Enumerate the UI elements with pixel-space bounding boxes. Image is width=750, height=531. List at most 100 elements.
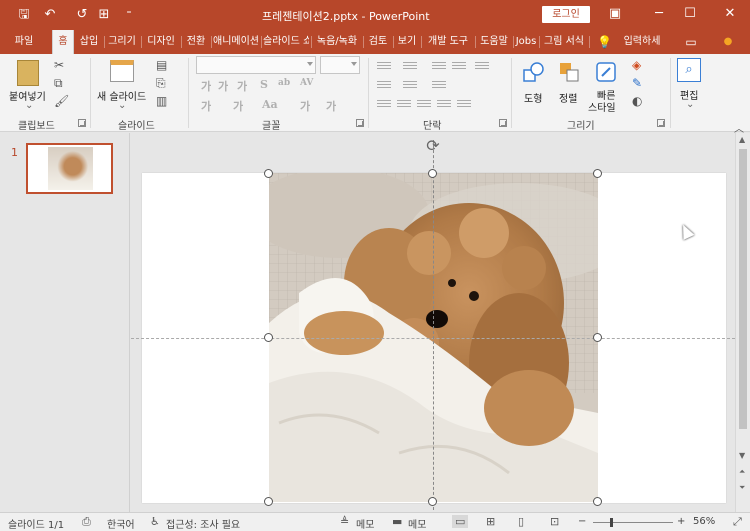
font-shrink-icon[interactable]: 가 [218,78,228,94]
login-button[interactable]: 로그인 [542,6,590,23]
zoom-level[interactable]: 56% [693,516,715,527]
accessibility-icon[interactable]: ♿ [150,515,160,528]
tab-view[interactable]: 보기 [395,30,419,54]
resize-handle-top[interactable] [428,169,437,178]
scrollbar-thumb[interactable] [739,149,747,429]
format-painter-icon[interactable]: 🖌 [54,94,69,108]
slide-thumbnail[interactable] [26,143,113,194]
bullets-icon[interactable] [377,60,391,72]
tab-help[interactable]: 도움말 [477,30,511,54]
maximize-icon[interactable]: ☐ [668,0,712,30]
char-spacing-icon[interactable]: AV [300,78,313,88]
prev-slide-icon[interactable]: ⏶ [739,467,745,477]
arrange-button[interactable]: 정렬 [559,90,577,105]
layout-icon[interactable]: ▤ [156,58,167,72]
resize-handle-left[interactable] [264,333,273,342]
resize-handle-top-left[interactable] [264,169,273,178]
bold-icon[interactable]: 가 [201,98,211,114]
clipboard-launcher-icon[interactable] [78,119,86,127]
font-family-select[interactable] [196,56,316,74]
customize-icon[interactable]: ⁼ [121,7,137,23]
tab-insert[interactable]: 삽입 [76,30,102,54]
highlight-icon[interactable]: 가 [300,98,310,114]
new-slide-icon[interactable] [110,60,134,82]
reset-icon[interactable]: ⎘ [156,76,166,90]
tab-recording[interactable]: 녹음/녹화 [313,30,361,54]
smartart-icon[interactable] [432,79,446,91]
spelling-icon[interactable]: ⎙ [82,515,91,529]
zoom-slider-knob[interactable] [610,518,613,527]
find-icon[interactable]: ⌕ [677,58,701,82]
vertical-scrollbar[interactable]: ▲ ▼ ⏶ ⏷ [735,133,750,512]
text-direction-icon[interactable] [377,79,391,91]
align-center-icon[interactable] [397,98,411,110]
close-icon[interactable]: ✕ [708,0,750,30]
rotate-handle-icon[interactable]: ⟳ [424,137,442,155]
reading-view-icon[interactable]: ▯ [518,515,524,528]
font-grow-icon[interactable]: 가 [201,78,211,94]
shapes-button[interactable]: 도형 [524,90,542,105]
section-icon[interactable]: ▥ [156,94,167,108]
comments-button[interactable]: 메모 [408,516,426,531]
resize-handle-bottom-right[interactable] [593,497,602,506]
zoom-out-button[interactable]: − [578,516,586,527]
comments-icon[interactable]: ▭ [682,30,700,54]
tell-me-input[interactable]: 입력하세 [617,30,667,54]
slide-sorter-icon[interactable]: ⊞ [486,515,495,528]
tab-file[interactable]: 파일 [6,30,42,54]
notes-icon[interactable]: ≜ [340,515,349,528]
scroll-down-icon[interactable]: ▼ [739,451,745,460]
font-size-select[interactable] [320,56,360,74]
resize-handle-bottom-left[interactable] [264,497,273,506]
scroll-up-icon[interactable]: ▲ [739,135,745,144]
justify-icon[interactable] [437,98,451,110]
increase-indent-icon[interactable] [452,60,466,72]
tab-design[interactable]: 디자인 [143,30,179,54]
drawing-launcher-icon[interactable] [657,119,665,127]
tab-draw[interactable]: 그리기 [106,30,138,54]
paste-icon[interactable] [17,60,39,86]
align-right-icon[interactable] [417,98,431,110]
notes-button[interactable]: 메모 [356,516,374,531]
quick-styles-icon[interactable] [594,60,618,84]
shape-fill-icon[interactable]: ◈ [632,58,641,72]
tab-jobs[interactable]: Jobs [515,30,537,54]
normal-view-icon[interactable]: ▭ [452,515,469,528]
next-slide-icon[interactable]: ⏷ [739,483,745,493]
quick-styles-label-2[interactable]: 스타일 [588,99,616,114]
numbering-icon[interactable] [403,60,417,72]
align-left-icon[interactable] [377,98,391,110]
line-spacing-icon[interactable] [475,60,489,72]
resize-handle-bottom[interactable] [428,497,437,506]
align-text-icon[interactable] [403,79,417,91]
tab-developer[interactable]: 개발 도구 [423,30,473,54]
resize-handle-top-right[interactable] [593,169,602,178]
decrease-indent-icon[interactable] [432,60,446,72]
shapes-icon[interactable] [522,60,546,84]
tab-home[interactable]: 홈 [52,30,74,54]
paragraph-launcher-icon[interactable] [499,119,507,127]
copy-icon[interactable]: ⧉ [54,76,63,90]
clear-format-icon[interactable]: 가 [237,78,247,94]
fit-slide-icon[interactable]: ⤢ [733,515,742,529]
tab-review[interactable]: 검토 [365,30,391,54]
tab-slideshow[interactable]: 슬라이드 쇼 [263,30,309,54]
cut-icon[interactable]: ✂ [54,58,64,72]
zoom-in-button[interactable]: + [677,516,685,527]
strikethrough-icon[interactable]: ab [278,78,290,88]
ribbon-display-icon[interactable]: ▣ [593,0,637,30]
comments-status-icon[interactable]: ▬ [392,515,402,528]
change-case-icon[interactable]: Aa [262,98,278,111]
arrange-icon[interactable] [557,60,581,84]
redo-icon[interactable]: ↺ [74,7,90,23]
tab-animations[interactable]: 애니메이션 [213,30,259,54]
save-icon[interactable]: 🖫 [16,7,32,23]
resize-handle-right[interactable] [593,333,602,342]
slideshow-icon[interactable]: ⊡ [550,515,559,528]
accessibility-status[interactable]: 접근성: 조사 필요 [166,516,240,531]
font-launcher-icon[interactable] [356,119,364,127]
zoom-slider[interactable] [593,522,673,523]
shape-outline-icon[interactable]: ✎ [632,76,642,90]
present-icon[interactable]: ⊞ [96,7,112,23]
language-indicator[interactable]: 한국어 [107,516,135,531]
